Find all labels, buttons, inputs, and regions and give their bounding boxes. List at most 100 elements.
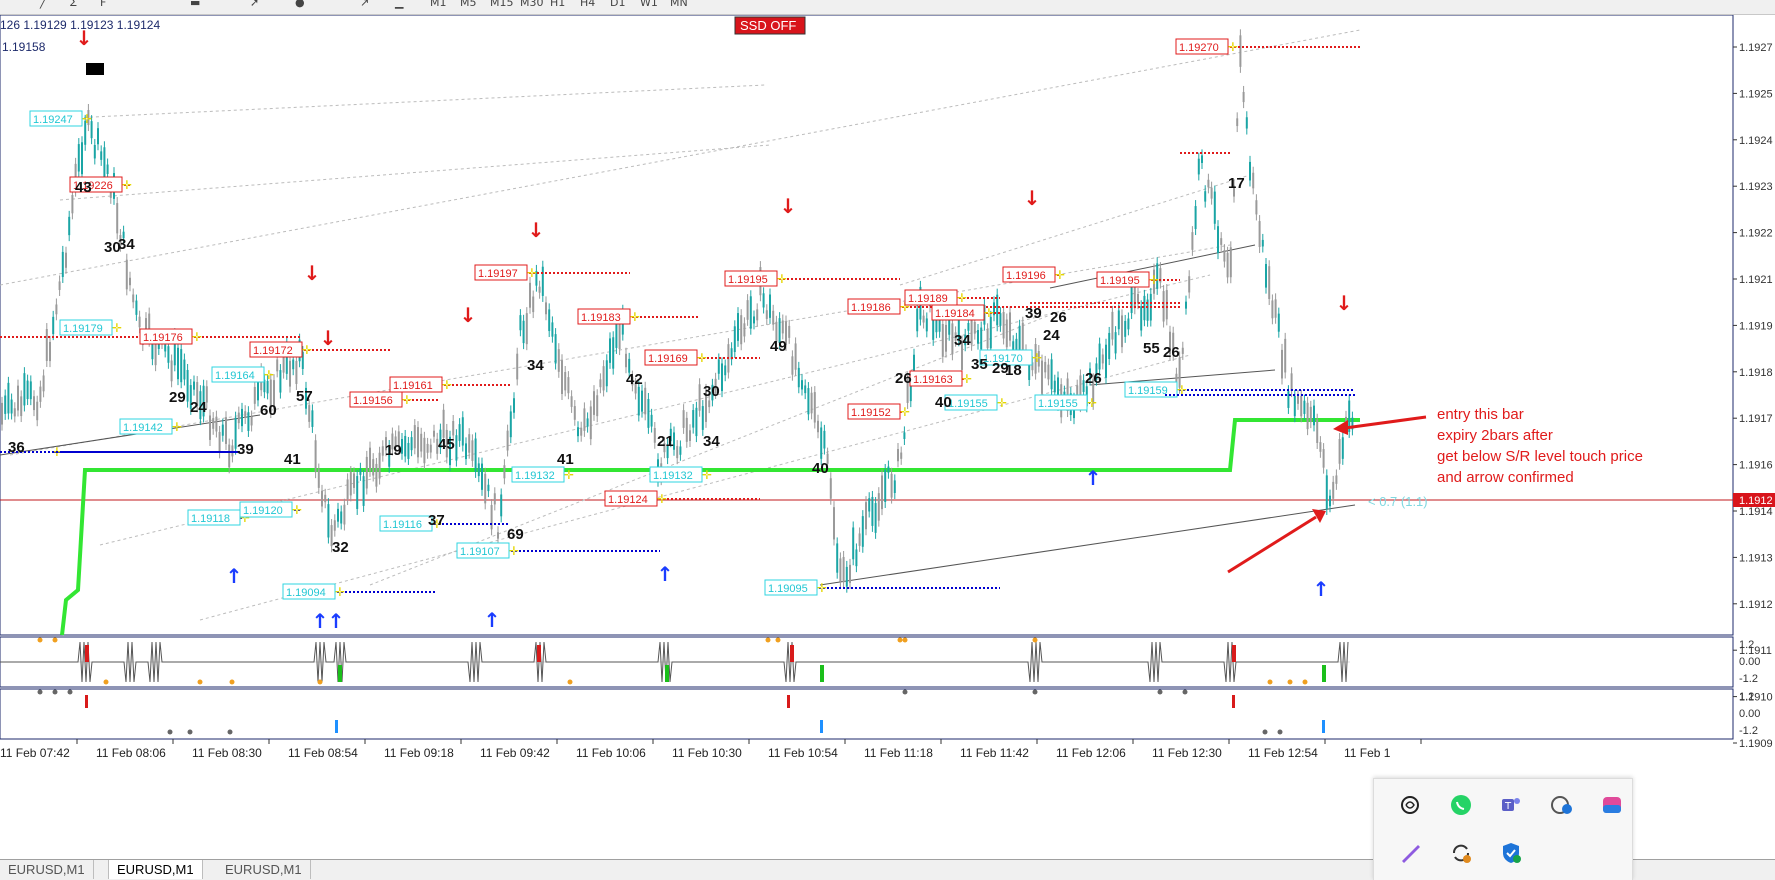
candle-body [1143,295,1146,321]
candle-body [308,405,311,422]
timeframe-d1[interactable]: D1 [610,0,625,9]
tab-chart-1[interactable]: EURUSD,M1 [0,860,94,879]
candle-body [237,412,240,424]
candle-body [1265,264,1267,288]
candle-body [17,385,19,411]
arrow-tool-icon[interactable]: ➚ [250,0,259,9]
candle-body [20,396,23,417]
fibonacci-tool-icon[interactable]: 𝛴 [70,0,77,10]
candle-body [529,282,531,308]
candle-body [1047,364,1050,380]
timeframe-h1[interactable]: H1 [550,0,565,9]
candle-body [977,330,979,344]
candle-body [753,316,755,324]
candle-body [1130,284,1133,314]
bar-count-label: 34 [954,332,971,349]
level-marker: ✛ [984,306,994,320]
pen-app-icon[interactable] [1396,839,1424,867]
signal2-bar [820,720,823,733]
signal2-dot [37,689,43,695]
defender-icon[interactable] [1497,839,1525,867]
candle-body [1114,332,1117,354]
line-tool-icon[interactable]: ╱ [40,0,47,9]
time-axis-label: 11 Feb 10:54 [768,746,838,760]
candle-body [945,324,947,352]
copilot-icon[interactable] [1598,791,1626,819]
candle-body [807,388,810,415]
price-axis-label: 1.1917 [1739,413,1773,425]
candle-body [282,356,285,373]
sell-arrow-icon: ↓ [528,218,545,242]
candle-body [129,277,131,286]
candle-body [1181,347,1184,354]
pen-icon[interactable]: ▁ [395,0,403,9]
candle-body [71,195,74,214]
candle-body [135,300,138,315]
candle-body [701,406,704,430]
candle-body [433,430,435,437]
tab-chart-3[interactable]: EURUSD,M1 [217,860,311,879]
timeframe-m1[interactable]: M1 [430,0,447,9]
signal-dot [317,679,323,685]
candle-body [1117,310,1120,330]
candle-body [986,329,989,349]
candle-body [522,320,525,344]
teams-icon[interactable]: T [1497,791,1525,819]
chatgpt-icon[interactable] [1396,791,1424,819]
candle-body [564,372,567,391]
text-tool-icon[interactable]: F [100,0,106,9]
timeframe-w1[interactable]: W1 [640,0,658,9]
timeframe-m5[interactable]: M5 [460,0,477,9]
level-marker: ✛ [1055,268,1065,282]
timeframe-mn[interactable]: MN [670,0,688,9]
candle-body [721,363,723,392]
signal2-dot [67,689,73,695]
candle-body [490,505,493,530]
trend-icon[interactable]: ↗ [360,0,369,9]
candle-body [647,398,650,428]
candle-body [1009,312,1011,341]
candle-body [762,293,765,308]
candle-body [567,377,570,394]
candle-body [1313,405,1315,426]
candle-body [868,498,871,512]
candle-body [1287,391,1290,408]
timeframe-m15[interactable]: M15 [490,0,514,9]
timeframe-h4[interactable]: H4 [580,0,595,9]
rectangle-icon[interactable]: ▬ [190,0,200,9]
current-price-tag: 1.1912 [1739,495,1773,507]
candle-body [772,310,775,325]
candle-body [45,329,48,361]
timeframe-m30[interactable]: M30 [520,0,544,9]
candle-body [1133,284,1136,309]
whatsapp-icon[interactable] [1447,791,1475,819]
bar-count-label: 24 [190,399,207,416]
candle-body [170,360,173,382]
candle-body [151,343,154,360]
tab-chart-2[interactable]: EURUSD,M1 [108,860,203,879]
signal-dot [775,637,781,643]
candle-body [39,386,42,402]
candle-body [154,341,157,366]
indicator-scale-label: 1.2 [1739,639,1754,651]
candle-body [1274,299,1277,318]
price-chart[interactable]: 1.1927 1.1925 1.1924 1.1923 1.1922 1.1921 1.19… [0,15,1775,859]
candle-body [865,502,867,530]
signal-dot [567,679,573,685]
candle-body [941,323,944,357]
circle-icon[interactable]: ● [295,0,305,9]
candle-body [1329,495,1331,507]
level-marker: ✛ [1087,396,1097,410]
bar-count-label: 41 [557,451,574,468]
candle-body [829,478,832,499]
phone-link-icon[interactable] [1548,791,1576,819]
candle-body [679,446,682,455]
level-marker: ✛ [509,544,519,558]
resistance-label: 1.19172 [253,345,293,357]
candle-body [717,359,720,374]
sync-icon[interactable] [1447,839,1475,867]
candle-body [369,447,371,471]
signal-bar [1232,645,1236,662]
support-label: 1.19155 [1038,398,1078,410]
resistance-label: 1.19189 [908,293,948,305]
